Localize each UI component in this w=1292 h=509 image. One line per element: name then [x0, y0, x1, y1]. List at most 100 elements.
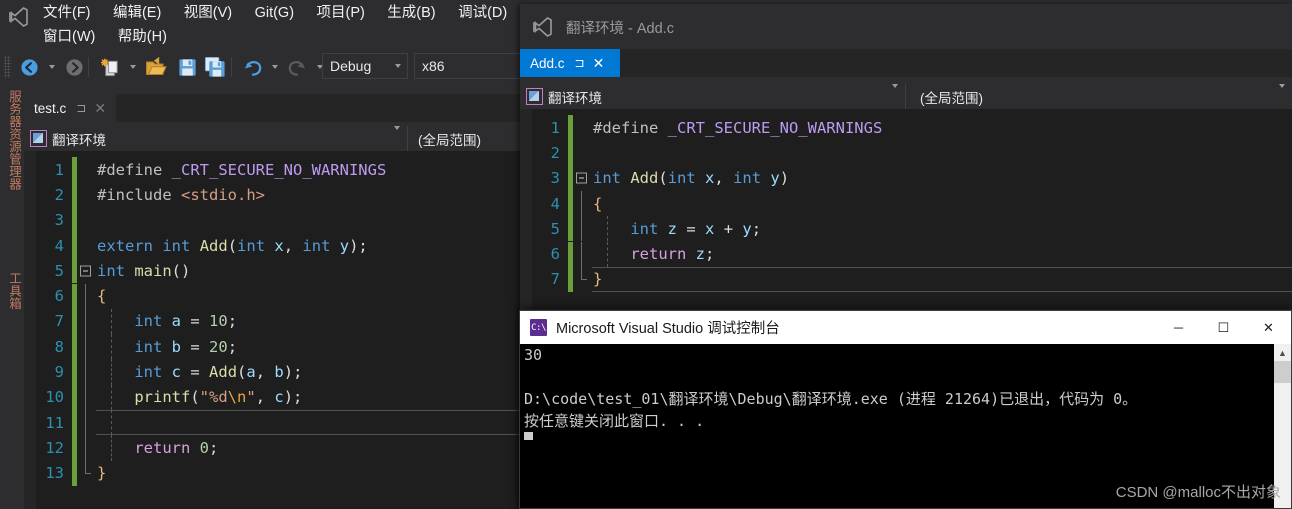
menu-view[interactable]: 视图(V): [175, 2, 241, 24]
add-document-tab-row: Add.c ⊐ ✕: [520, 49, 1292, 77]
undo-dropdown-icon[interactable]: [268, 54, 282, 80]
code-line: 5 int z = x + y;: [520, 216, 1292, 241]
close-button[interactable]: ✕: [1246, 311, 1291, 344]
collapse-icon[interactable]: [576, 173, 587, 184]
server-explorer-vertical-tab[interactable]: 服务器资源管理器: [0, 90, 24, 190]
outlining-margin[interactable]: [77, 233, 95, 258]
minimize-button[interactable]: ─: [1156, 311, 1201, 344]
menu-edit[interactable]: 编辑(E): [104, 2, 170, 24]
toolbox-vertical-tab[interactable]: 工具箱: [0, 272, 24, 310]
indent-guide: [111, 385, 112, 410]
menu-debug[interactable]: 调试(D): [449, 2, 516, 24]
code-line: 3: [24, 208, 520, 233]
line-number: 8: [24, 338, 72, 356]
redo-icon[interactable]: [284, 54, 310, 80]
menu-row-primary: 文件(F) 编辑(E) 视图(V) Git(G) 项目(P) 生成(B) 调试(…: [34, 2, 516, 24]
fold-line: [85, 435, 86, 460]
outlining-margin[interactable]: [77, 258, 95, 283]
outlining-margin[interactable]: [573, 216, 591, 241]
console-line: 按任意键关闭此窗口. . .: [520, 410, 1291, 432]
code-line: 2#include <stdio.h>: [24, 182, 520, 207]
code-text: }: [95, 464, 106, 482]
add-code-editor[interactable]: 1#define _CRT_SECURE_NO_WARNINGS23int Ad…: [520, 109, 1292, 309]
outlining-margin[interactable]: [77, 309, 95, 334]
line-number: 5: [24, 262, 72, 280]
close-icon[interactable]: ✕: [593, 55, 605, 72]
chevron-up-icon[interactable]: ▲: [1274, 344, 1291, 361]
close-icon[interactable]: ✕: [94, 100, 106, 117]
menu-git[interactable]: Git(G): [246, 2, 303, 24]
open-file-icon[interactable]: [142, 54, 170, 80]
collapse-icon[interactable]: [80, 265, 91, 276]
new-project-dropdown-icon[interactable]: [126, 54, 140, 80]
menu-window[interactable]: 窗口(W): [34, 26, 104, 48]
outlining-margin[interactable]: [77, 385, 95, 410]
toolbar-grip[interactable]: [4, 56, 11, 78]
outlining-margin[interactable]: [77, 284, 95, 309]
outlining-margin[interactable]: [573, 191, 591, 216]
add-scope-combo[interactable]: (全局范围): [906, 84, 1292, 109]
outlining-margin[interactable]: [77, 410, 95, 435]
menu-bar: 文件(F) 编辑(E) 视图(V) Git(G) 项目(P) 生成(B) 调试(…: [0, 0, 520, 48]
pin-icon[interactable]: ⊐: [76, 101, 86, 115]
save-icon[interactable]: [173, 54, 201, 80]
indent-guide: [111, 309, 112, 334]
navigate-back-dropdown-icon[interactable]: [45, 54, 59, 80]
line-number: 6: [24, 287, 72, 305]
tab-test-c[interactable]: test.c ⊐ ✕: [24, 94, 116, 122]
code-line: 12 return 0;: [24, 435, 520, 460]
undo-icon[interactable]: [239, 54, 265, 80]
main-scope-combo[interactable]: (全局范围): [408, 126, 520, 151]
navigate-back-icon[interactable]: [16, 54, 42, 80]
code-text: extern int Add(int x, int y);: [95, 237, 368, 255]
code-text: return 0;: [95, 439, 218, 457]
solution-platform-combo[interactable]: x86: [414, 53, 524, 79]
main-navigation-bar: 翻译环境 (全局范围): [24, 126, 520, 151]
code-line: 10 printf("%d\n", c);: [24, 385, 520, 410]
console-line: [520, 366, 1291, 388]
tab-add-c-label: Add.c: [530, 56, 565, 71]
menu-build[interactable]: 生成(B): [378, 2, 444, 24]
menu-project[interactable]: 项目(P): [307, 2, 373, 24]
code-text: int a = 10;: [95, 312, 237, 330]
console-title-bar: C:\ Microsoft Visual Studio 调试控制台 ─ ☐ ✕: [520, 311, 1291, 344]
fold-line: [85, 309, 86, 334]
code-text: printf("%d\n", c);: [95, 388, 302, 406]
pin-icon[interactable]: ⊐: [575, 56, 585, 70]
indent-guide: [607, 242, 608, 267]
tab-add-c[interactable]: Add.c ⊐ ✕: [520, 49, 620, 77]
menu-file[interactable]: 文件(F): [34, 2, 100, 24]
maximize-button[interactable]: ☐: [1201, 311, 1246, 344]
chevron-down-icon: [885, 88, 905, 106]
outlining-margin[interactable]: [77, 208, 95, 233]
outlining-margin[interactable]: [77, 359, 95, 384]
navigate-forward-icon[interactable]: [61, 54, 87, 80]
visual-studio-logo-icon: [6, 5, 30, 29]
solution-configuration-combo[interactable]: Debug: [322, 53, 408, 79]
code-text: int Add(int x, int y): [591, 169, 789, 187]
add-project-combo[interactable]: 翻译环境: [520, 84, 906, 109]
scrollbar-thumb[interactable]: [1274, 361, 1291, 383]
main-project-combo[interactable]: 翻译环境: [24, 126, 408, 151]
outlining-margin[interactable]: [77, 334, 95, 359]
outlining-margin[interactable]: [573, 242, 591, 267]
new-project-icon[interactable]: [96, 54, 124, 80]
outlining-margin[interactable]: [77, 182, 95, 207]
outlining-margin[interactable]: [77, 157, 95, 182]
code-line: 6 return z;: [520, 242, 1292, 267]
save-all-icon[interactable]: [201, 54, 229, 80]
outlining-margin[interactable]: [573, 140, 591, 165]
outlining-margin[interactable]: [77, 435, 95, 460]
outlining-margin[interactable]: [77, 461, 95, 486]
main-code-editor[interactable]: 1#define _CRT_SECURE_NO_WARNINGS2#includ…: [24, 151, 520, 509]
outlining-margin[interactable]: [573, 267, 591, 292]
console-line: 30: [520, 344, 1291, 366]
outlining-margin[interactable]: [573, 115, 591, 140]
indent-guide: [111, 359, 112, 384]
outlining-margin[interactable]: [573, 166, 591, 191]
add-window-title: 翻译环境 - Add.c: [566, 17, 674, 38]
code-text: {: [591, 195, 602, 213]
code-text: #include <stdio.h>: [95, 186, 265, 204]
menu-help[interactable]: 帮助(H): [109, 26, 176, 48]
project-icon: [526, 88, 543, 105]
